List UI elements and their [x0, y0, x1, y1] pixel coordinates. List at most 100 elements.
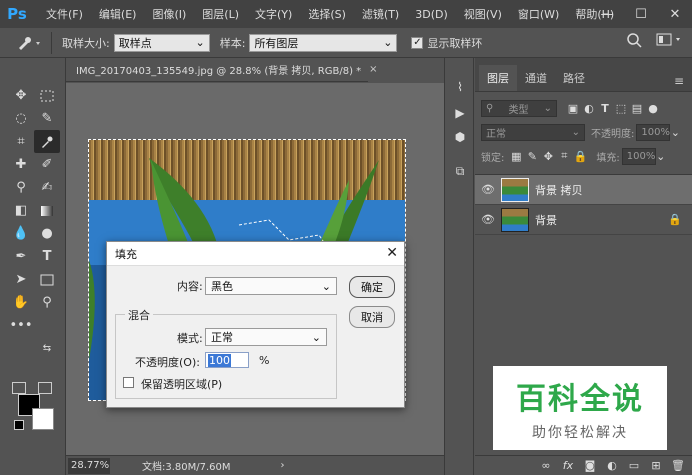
rectangle-tool-icon[interactable]: [34, 268, 60, 291]
menu-select[interactable]: 选择(S): [300, 6, 354, 22]
layer-name[interactable]: 背景: [535, 212, 557, 228]
background-color-swatch[interactable]: [32, 408, 54, 430]
filter-pixel-icon[interactable]: ▣: [565, 100, 581, 116]
link-layers-icon[interactable]: ∞: [538, 458, 554, 474]
layer-filter-row: ⚲ 类型 ⌄ ▣ ◐ T ⬚ ▤ ●: [475, 96, 692, 120]
eraser-tool-icon[interactable]: ◧: [8, 199, 34, 222]
path-selection-tool-icon[interactable]: ➤: [8, 268, 34, 291]
close-button[interactable]: ✕: [658, 0, 692, 28]
new-group-icon[interactable]: ▭: [626, 458, 642, 474]
new-layer-icon[interactable]: ⊞: [648, 458, 664, 474]
quick-mask-icon[interactable]: [12, 382, 26, 394]
preserve-transparency-checkbox[interactable]: [123, 377, 134, 388]
dialog-close-icon[interactable]: ✕: [386, 245, 398, 261]
mode-select[interactable]: 正常 ⌄: [205, 328, 327, 346]
brush-tool-icon[interactable]: ✐: [34, 153, 60, 176]
menu-file[interactable]: 文件(F): [38, 6, 91, 22]
fill-value: 100%: [626, 150, 656, 162]
cancel-button[interactable]: 取消: [349, 306, 395, 328]
crop-tool-icon[interactable]: ⌗: [8, 130, 34, 153]
adjustment-layer-icon[interactable]: ◐: [604, 458, 620, 474]
lasso-tool-icon[interactable]: ◌: [8, 107, 34, 130]
blend-mode-select[interactable]: 正常 ⌄: [481, 123, 585, 141]
layer-row-background-copy[interactable]: 👁 背景 拷贝: [475, 175, 692, 205]
workspace-switcher-icon[interactable]: [656, 32, 686, 48]
eye-icon[interactable]: 👁: [475, 183, 501, 196]
quick-selection-tool-icon[interactable]: ✎: [34, 107, 60, 130]
add-mask-icon[interactable]: ◙: [582, 458, 598, 474]
filter-toggle-icon[interactable]: ●: [645, 100, 661, 116]
opacity-value: 100%: [641, 126, 670, 138]
sample-select[interactable]: 所有图层 ⌄: [249, 33, 398, 52]
dodge-tool-icon[interactable]: ●: [34, 222, 60, 245]
filter-type-icon[interactable]: T: [597, 100, 613, 116]
delete-layer-icon[interactable]: 🗑: [670, 458, 686, 474]
history-brush-tool-icon[interactable]: ✍: [34, 176, 60, 199]
filter-smart-object-icon[interactable]: ▤: [629, 100, 645, 116]
lock-position-icon[interactable]: ✥: [540, 148, 556, 164]
chevron-down-icon[interactable]: ⌄: [656, 148, 666, 164]
show-ring-checkbox[interactable]: ✓: [411, 36, 424, 49]
layer-style-icon[interactable]: fx: [560, 458, 576, 474]
filter-adjustment-icon[interactable]: ◐: [581, 100, 597, 116]
clone-stamp-tool-icon[interactable]: ⚲: [8, 176, 34, 199]
eyedropper-tool-icon[interactable]: [34, 130, 60, 153]
menu-layer[interactable]: 图层(L): [194, 6, 247, 22]
tab-layers[interactable]: 图层: [479, 65, 517, 91]
sample-size-select[interactable]: 取样点 ⌄: [113, 33, 210, 52]
menu-edit[interactable]: 编辑(E): [91, 6, 145, 22]
tab-channels[interactable]: 通道: [517, 65, 555, 91]
pen-tool-icon[interactable]: ✒: [8, 245, 34, 268]
zoom-field[interactable]: 28.77%: [68, 457, 110, 474]
swap-colors-icon[interactable]: ⇆: [34, 337, 60, 360]
marquee-tool-icon[interactable]: [34, 84, 60, 107]
chevron-down-icon: ⌄: [311, 330, 321, 344]
panel-tabs: 图层 通道 路径: [475, 58, 692, 92]
opacity-field[interactable]: 100%: [636, 123, 671, 141]
filter-shape-icon[interactable]: ⬚: [613, 100, 629, 116]
maximize-button[interactable]: ☐: [624, 0, 658, 28]
layer-filter-select[interactable]: ⚲ 类型 ⌄: [481, 99, 557, 117]
gradient-tool-icon[interactable]: [34, 199, 60, 222]
fill-field[interactable]: 100%: [621, 147, 656, 165]
3d-panel-icon[interactable]: ⬢: [451, 128, 469, 146]
ok-button[interactable]: 确定: [349, 276, 395, 298]
type-tool-icon[interactable]: T: [34, 245, 60, 268]
chevron-down-icon[interactable]: ⌄: [670, 124, 680, 140]
menu-view[interactable]: 视图(V): [456, 6, 510, 22]
menu-image[interactable]: 图像(I): [144, 6, 194, 22]
menu-3d[interactable]: 3D(D): [407, 8, 456, 21]
layer-row-background[interactable]: 👁 背景 🔒: [475, 205, 692, 235]
close-tab-icon[interactable]: ×: [369, 64, 377, 75]
document-tab[interactable]: IMG_20170403_135549.jpg @ 28.8% (背景 拷贝, …: [66, 58, 378, 82]
blur-tool-icon[interactable]: 💧: [8, 222, 34, 245]
history-panel-icon[interactable]: ⌇: [451, 78, 469, 96]
move-tool-icon[interactable]: ✥: [8, 84, 34, 107]
status-arrow-icon[interactable]: ›: [281, 460, 285, 471]
panel-menu-icon[interactable]: ≡: [674, 74, 684, 88]
menu-type[interactable]: 文字(Y): [247, 6, 300, 22]
paragraph-panel-icon[interactable]: ⧉: [451, 162, 469, 180]
zoom-tool-icon[interactable]: ⚲: [34, 291, 60, 314]
default-colors-icon[interactable]: [14, 420, 24, 430]
dialog-opacity-label: 不透明度(O):: [135, 356, 200, 369]
lock-pixels-icon[interactable]: ✎: [524, 148, 540, 164]
menu-filter[interactable]: 滤镜(T): [354, 6, 407, 22]
screen-mode-icon[interactable]: [38, 382, 52, 394]
actions-panel-icon[interactable]: ▶: [451, 104, 469, 122]
lock-transparent-icon[interactable]: ▦: [508, 148, 524, 164]
search-icon[interactable]: [626, 32, 642, 48]
content-select[interactable]: 黑色 ⌄: [205, 277, 337, 295]
dialog-opacity-input[interactable]: 100: [205, 352, 249, 368]
more-tools-icon[interactable]: •••: [8, 314, 34, 337]
tool-preset-picker[interactable]: [8, 31, 52, 54]
tab-paths[interactable]: 路径: [555, 65, 593, 91]
eye-icon[interactable]: 👁: [475, 213, 501, 226]
hand-tool-icon[interactable]: ✋: [8, 291, 34, 314]
minimize-button[interactable]: —: [590, 0, 624, 28]
lock-all-icon[interactable]: 🔒: [572, 148, 588, 164]
layer-name[interactable]: 背景 拷贝: [535, 182, 583, 198]
menu-window[interactable]: 窗口(W): [510, 6, 567, 22]
lock-artboard-icon[interactable]: ⌗: [556, 148, 572, 164]
healing-brush-tool-icon[interactable]: ✚: [8, 153, 34, 176]
